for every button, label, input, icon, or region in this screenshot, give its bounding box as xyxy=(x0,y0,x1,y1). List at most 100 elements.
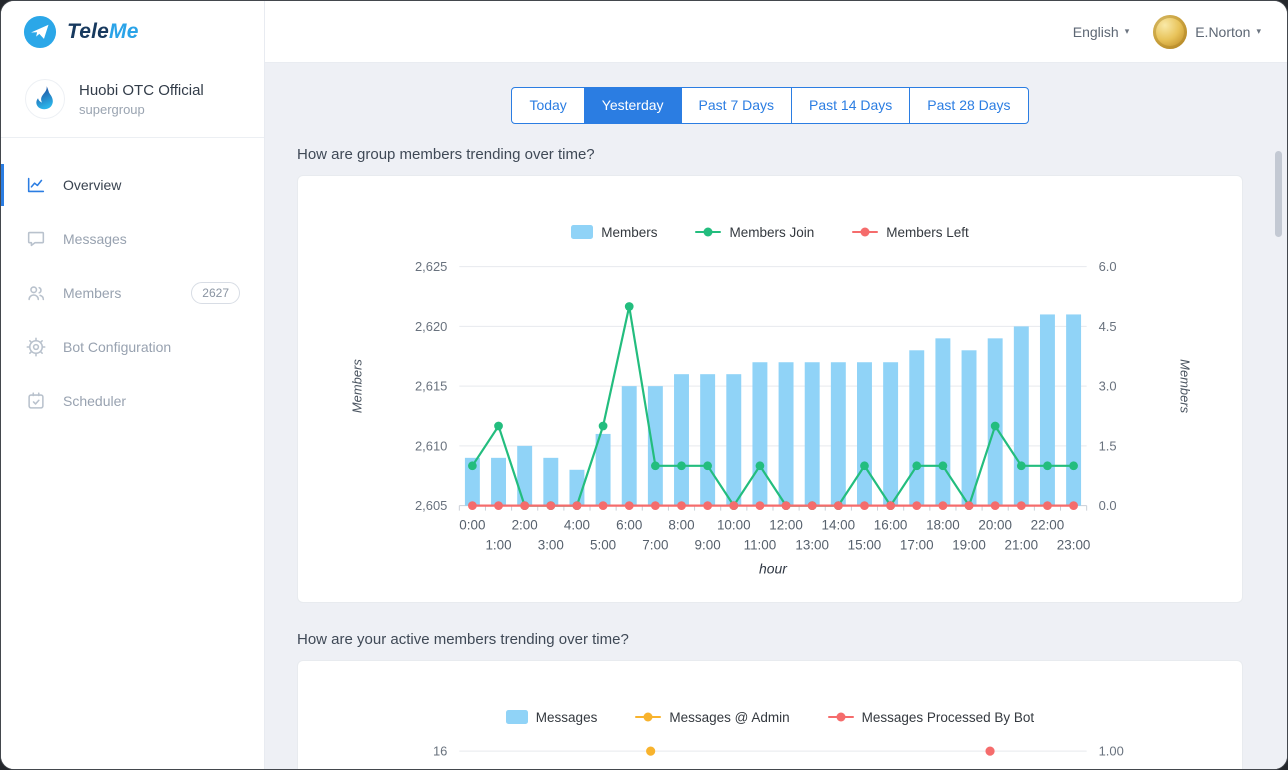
svg-text:1.5: 1.5 xyxy=(1099,438,1117,453)
legend-label: Members Join xyxy=(729,225,814,240)
svg-text:0.0: 0.0 xyxy=(1099,498,1117,513)
group-header: Huobi OTC Official supergroup xyxy=(1,63,264,138)
chevron-down-icon: ▾ xyxy=(1125,26,1130,37)
legend-bar-swatch xyxy=(571,225,593,239)
overview-icon xyxy=(25,174,47,196)
section-title-members: How are group members trending over time… xyxy=(297,146,1243,163)
svg-text:Members: Members xyxy=(350,359,365,413)
svg-text:13:00: 13:00 xyxy=(795,537,829,552)
gear-icon xyxy=(25,336,47,358)
svg-text:23:00: 23:00 xyxy=(1057,537,1091,552)
svg-text:7:00: 7:00 xyxy=(642,537,668,552)
svg-text:10:00: 10:00 xyxy=(717,518,751,533)
brand-name: TeleMe xyxy=(67,20,139,44)
svg-text:0:00: 0:00 xyxy=(459,518,485,533)
svg-text:9:00: 9:00 xyxy=(695,537,721,552)
chevron-down-icon: ▾ xyxy=(1256,26,1261,37)
language-label: English xyxy=(1073,24,1119,40)
sidebar: TeleMe Huobi OTC Official supergroup Ove… xyxy=(1,1,265,769)
svg-text:hour: hour xyxy=(759,560,788,576)
svg-text:4:00: 4:00 xyxy=(564,518,590,533)
teleme-logo-icon xyxy=(23,15,57,49)
members-chart-legend: Members Members Join Members Left xyxy=(298,224,1242,240)
legend-messages-admin[interactable]: Messages @ Admin xyxy=(635,710,789,725)
sidebar-item-label: Overview xyxy=(63,177,121,193)
sidebar-item-label: Members xyxy=(63,285,121,301)
legend-members[interactable]: Members xyxy=(571,225,657,240)
legend-line-swatch xyxy=(828,716,854,719)
svg-text:21:00: 21:00 xyxy=(1004,537,1038,552)
sidebar-menu: Overview Messages Members 2627 Bot Configura… xyxy=(1,138,264,428)
date-range-tabs: TodayYesterdayPast 7 DaysPast 14 DaysPas… xyxy=(297,87,1243,124)
svg-text:14:00: 14:00 xyxy=(822,518,856,533)
group-avatar xyxy=(25,79,65,119)
svg-text:12:00: 12:00 xyxy=(769,518,803,533)
sidebar-item-bot-configuration[interactable]: Bot Configuration xyxy=(1,320,264,374)
svg-text:6.0: 6.0 xyxy=(1099,259,1117,274)
legend-line-swatch xyxy=(695,231,721,234)
main-content: TodayYesterdayPast 7 DaysPast 14 DaysPas… xyxy=(265,63,1287,769)
svg-text:3.0: 3.0 xyxy=(1099,379,1117,394)
brand[interactable]: TeleMe xyxy=(1,1,264,63)
members-chart-card: Members Members Join Members Left 2,625 6.0… xyxy=(297,175,1243,603)
sidebar-item-messages[interactable]: Messages xyxy=(1,212,264,266)
svg-text:2,620: 2,620 xyxy=(415,319,447,334)
sidebar-item-label: Bot Configuration xyxy=(63,339,171,355)
legend-label: Members xyxy=(601,225,657,240)
legend-line-swatch xyxy=(635,716,661,719)
section-title-active-members: How are your active members trending ove… xyxy=(297,631,1243,648)
app-window: TeleMe Huobi OTC Official supergroup Ove… xyxy=(0,0,1288,770)
legend-messages-processed-by-bot[interactable]: Messages Processed By Bot xyxy=(828,710,1035,725)
svg-text:2,605: 2,605 xyxy=(415,498,447,513)
scrollbar-thumb[interactable] xyxy=(1275,151,1282,237)
svg-text:18:00: 18:00 xyxy=(926,518,960,533)
svg-text:1:00: 1:00 xyxy=(485,537,511,552)
legend-members-left[interactable]: Members Left xyxy=(852,225,969,240)
members-icon xyxy=(25,282,47,304)
user-menu[interactable]: E.Norton ▾ xyxy=(1153,15,1261,49)
sidebar-item-scheduler[interactable]: Scheduler xyxy=(1,374,264,428)
members-count-badge: 2627 xyxy=(191,282,240,304)
legend-line-swatch xyxy=(852,231,878,234)
legend-label: Members Left xyxy=(886,225,969,240)
tab-past-28-days[interactable]: Past 28 Days xyxy=(909,87,1028,124)
sidebar-item-members[interactable]: Members 2627 xyxy=(1,266,264,320)
svg-text:8:00: 8:00 xyxy=(668,518,694,533)
svg-text:16:00: 16:00 xyxy=(874,518,908,533)
svg-text:11:00: 11:00 xyxy=(744,537,777,552)
user-name: E.Norton xyxy=(1195,24,1250,40)
sidebar-item-label: Messages xyxy=(63,231,127,247)
tab-yesterday[interactable]: Yesterday xyxy=(584,87,682,124)
svg-text:2,610: 2,610 xyxy=(415,438,447,453)
svg-text:16: 16 xyxy=(433,744,447,759)
language-selector[interactable]: English ▾ xyxy=(1073,24,1129,40)
messages-chart-card: Messages Messages @ Admin Messages Process… xyxy=(297,660,1243,769)
legend-bar-swatch xyxy=(506,710,528,724)
legend-label: Messages @ Admin xyxy=(669,710,789,725)
group-type: supergroup xyxy=(79,102,204,117)
group-meta: Huobi OTC Official supergroup xyxy=(79,82,204,117)
svg-text:5:00: 5:00 xyxy=(590,537,616,552)
messages-chart: 161.00 xyxy=(298,735,1242,769)
svg-text:3:00: 3:00 xyxy=(538,537,564,552)
sidebar-item-overview[interactable]: Overview xyxy=(1,158,264,212)
svg-text:22:00: 22:00 xyxy=(1031,518,1065,533)
svg-text:6:00: 6:00 xyxy=(616,518,642,533)
tab-past-7-days[interactable]: Past 7 Days xyxy=(681,87,792,124)
legend-members-join[interactable]: Members Join xyxy=(695,225,814,240)
svg-text:19:00: 19:00 xyxy=(952,537,986,552)
members-chart: 2,6256.02,6204.52,6153.02,6101.52,6050.0… xyxy=(298,250,1242,586)
svg-text:4.5: 4.5 xyxy=(1099,319,1117,334)
messages-icon xyxy=(25,228,47,250)
sidebar-item-label: Scheduler xyxy=(63,393,126,409)
topbar: English ▾ E.Norton ▾ xyxy=(265,1,1287,63)
tab-today[interactable]: Today xyxy=(511,87,584,124)
user-avatar xyxy=(1153,15,1187,49)
legend-label: Messages xyxy=(536,710,598,725)
legend-messages[interactable]: Messages xyxy=(506,710,598,725)
svg-text:Members: Members xyxy=(1177,359,1192,413)
svg-text:15:00: 15:00 xyxy=(848,537,882,552)
group-name: Huobi OTC Official xyxy=(79,82,204,99)
svg-text:2,625: 2,625 xyxy=(415,259,447,274)
tab-past-14-days[interactable]: Past 14 Days xyxy=(791,87,910,124)
